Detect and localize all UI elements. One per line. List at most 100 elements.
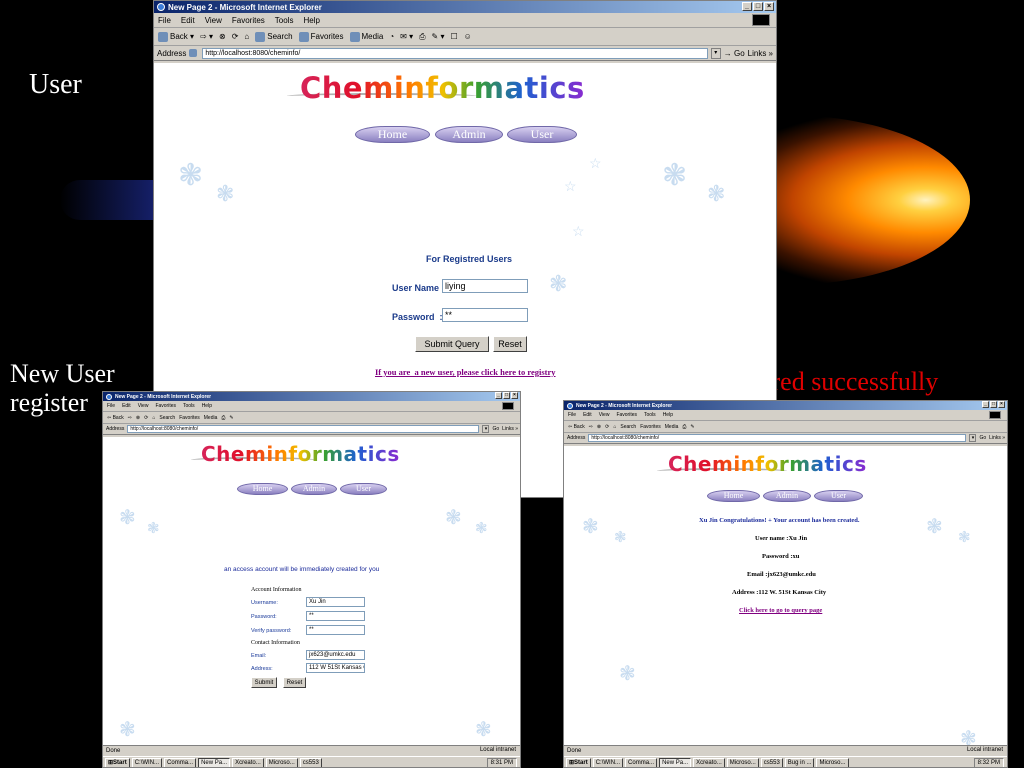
home-button[interactable]: ⌂: [152, 415, 155, 421]
taskbar-item[interactable]: Bug in ...: [784, 757, 815, 767]
taskbar-item[interactable]: cs553: [299, 757, 322, 767]
taskbar-item[interactable]: C:\WIN...: [592, 757, 624, 767]
refresh-button[interactable]: ⟳: [605, 424, 609, 430]
menu-tools[interactable]: Tools: [644, 412, 656, 418]
menu-view[interactable]: View: [138, 403, 149, 409]
reg-password-input[interactable]: **: [306, 611, 365, 621]
nav-user-button[interactable]: User: [814, 490, 863, 502]
taskbar-item[interactable]: Microso...: [726, 757, 759, 767]
address-dropdown[interactable]: ▾: [969, 434, 977, 442]
menu-help[interactable]: Help: [663, 412, 673, 418]
menu-edit[interactable]: Edit: [583, 412, 592, 418]
search-button[interactable]: Search: [620, 424, 636, 430]
refresh-button[interactable]: ⟳: [232, 32, 239, 41]
taskbar-item[interactable]: Xcreato...: [232, 757, 264, 767]
back-button[interactable]: Back ▾: [158, 31, 194, 42]
nav-home-button[interactable]: Home: [707, 490, 760, 502]
start-button[interactable]: ⊞ Start: [105, 757, 130, 767]
menu-file[interactable]: File: [158, 16, 171, 25]
taskbar-item[interactable]: Comma...: [164, 757, 197, 767]
close-button[interactable]: ×: [764, 2, 774, 11]
reg-reset-button[interactable]: Reset: [283, 677, 306, 688]
menu-tools[interactable]: Tools: [183, 403, 195, 409]
home-button[interactable]: ⌂: [244, 32, 249, 41]
taskbar-item[interactable]: Microso...: [816, 757, 849, 767]
back-button[interactable]: ⇦ Back: [568, 424, 585, 430]
taskbar-item[interactable]: Xcreato...: [693, 757, 725, 767]
links-button[interactable]: Links »: [989, 435, 1005, 441]
reg-address-input[interactable]: 112 W 51St Kansas Cit: [306, 663, 365, 673]
search-button[interactable]: Search: [255, 31, 293, 42]
username-input[interactable]: liying: [442, 279, 528, 293]
menu-edit[interactable]: Edit: [181, 16, 195, 25]
menu-help[interactable]: Help: [202, 403, 212, 409]
media-button[interactable]: Media: [665, 424, 679, 430]
home-button[interactable]: ⌂: [613, 424, 616, 430]
reg-username-input[interactable]: Xu Jin: [306, 597, 365, 607]
stop-button[interactable]: ⊗: [597, 424, 601, 430]
nav-admin-button[interactable]: Admin: [435, 126, 503, 143]
menu-favorites[interactable]: Favorites: [155, 403, 176, 409]
nav-user-button[interactable]: User: [340, 483, 387, 495]
taskbar-item[interactable]: New Pa...: [198, 757, 231, 767]
minimize-button[interactable]: _: [495, 392, 502, 399]
nav-admin-button[interactable]: Admin: [763, 490, 811, 502]
menu-favorites[interactable]: Favorites: [616, 412, 637, 418]
messenger-button[interactable]: ☺: [464, 32, 472, 41]
mail-button[interactable]: ✉ ▾: [400, 32, 413, 41]
address-input[interactable]: http://localhost:8080/cheminfo/: [127, 425, 480, 433]
menu-file[interactable]: File: [568, 412, 576, 418]
password-input[interactable]: **: [442, 308, 528, 322]
minimize-button[interactable]: _: [982, 401, 989, 408]
taskbar-item[interactable]: Comma...: [625, 757, 658, 767]
forward-button[interactable]: ⇨: [589, 424, 593, 430]
maximize-button[interactable]: □: [753, 2, 763, 11]
back-button[interactable]: ⇦ Back: [107, 415, 124, 421]
taskbar-item[interactable]: New Pa...: [659, 757, 692, 767]
nav-admin-button[interactable]: Admin: [291, 483, 337, 495]
menu-favorites[interactable]: Favorites: [232, 16, 265, 25]
go-button[interactable]: Go: [492, 426, 499, 432]
menu-help[interactable]: Help: [303, 16, 319, 25]
nav-home-button[interactable]: Home: [237, 483, 288, 495]
taskbar-item[interactable]: cs553: [760, 757, 783, 767]
address-dropdown[interactable]: ▾: [710, 47, 721, 59]
nav-user-button[interactable]: User: [507, 126, 577, 143]
refresh-button[interactable]: ⟳: [144, 415, 148, 421]
edit-button[interactable]: ✎: [690, 424, 694, 430]
links-button[interactable]: Links »: [748, 49, 773, 58]
edit-button[interactable]: ✎: [229, 415, 233, 421]
query-page-link[interactable]: Click here to go to query page: [739, 607, 822, 614]
nav-home-button[interactable]: Home: [355, 126, 430, 143]
reg-email-input[interactable]: jx623@umkc.edu: [306, 650, 365, 660]
print-button[interactable]: ⎙: [221, 415, 225, 421]
go-button[interactable]: Go: [979, 435, 986, 441]
discuss-button[interactable]: ☐: [450, 32, 457, 41]
reg-verify-input[interactable]: **: [306, 625, 365, 635]
reset-button[interactable]: Reset: [493, 336, 527, 352]
stop-button[interactable]: ⊗: [136, 415, 140, 421]
history-button[interactable]: ◔: [389, 32, 394, 41]
taskbar-item[interactable]: Microso...: [265, 757, 298, 767]
media-button[interactable]: Media: [349, 31, 383, 42]
forward-button[interactable]: ⇨: [128, 415, 132, 421]
address-input[interactable]: http://localhost:8080/cheminfo/: [588, 434, 967, 442]
print-button[interactable]: ⎙: [419, 32, 425, 42]
print-button[interactable]: ⎙: [682, 424, 686, 430]
menu-view[interactable]: View: [205, 16, 222, 25]
forward-button[interactable]: ⇨ ▾: [200, 32, 213, 41]
links-button[interactable]: Links »: [502, 426, 518, 432]
menu-edit[interactable]: Edit: [122, 403, 131, 409]
go-button[interactable]: → Go: [724, 49, 745, 58]
register-link[interactable]: If you are a new user, please click here…: [375, 367, 556, 377]
menu-file[interactable]: File: [107, 403, 115, 409]
submit-query-button[interactable]: Submit Query: [415, 336, 489, 352]
address-dropdown[interactable]: ▾: [482, 425, 490, 433]
favorites-button[interactable]: Favorites: [179, 415, 200, 421]
stop-button[interactable]: ⊗: [219, 32, 226, 41]
menu-tools[interactable]: Tools: [275, 16, 294, 25]
taskbar-item[interactable]: C:\WIN...: [131, 757, 163, 767]
reg-submit-button[interactable]: Submit: [251, 677, 277, 688]
close-button[interactable]: ×: [511, 392, 518, 399]
edit-button[interactable]: ✎ ▾: [432, 32, 445, 41]
